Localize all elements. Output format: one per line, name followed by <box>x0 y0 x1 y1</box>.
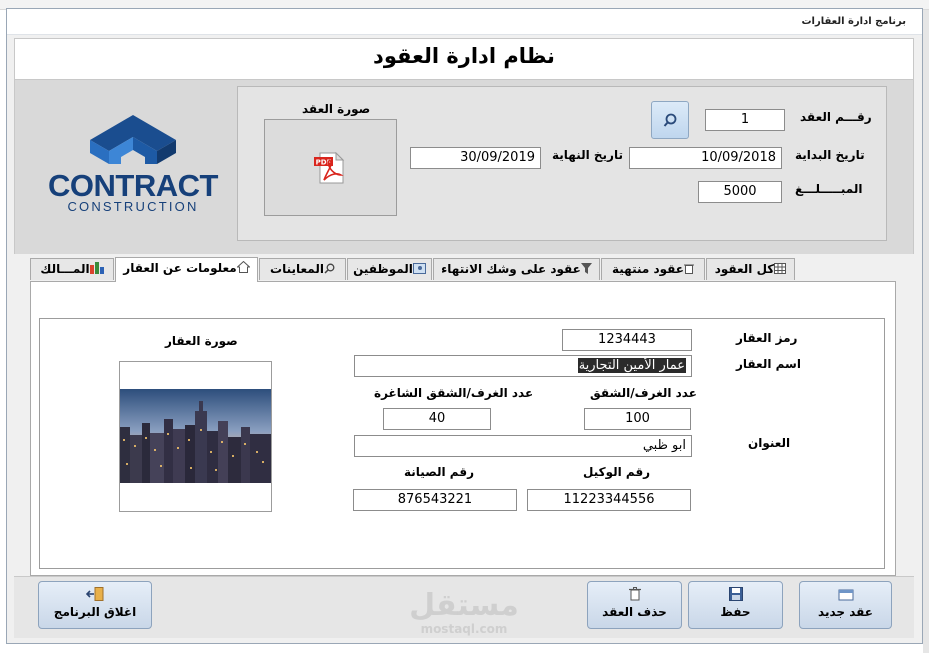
tab-label: عقود منتهية <box>611 262 685 276</box>
end-date-field[interactable]: 30/09/2019 <box>410 147 541 169</box>
property-name-label: اسم العقار <box>736 357 801 371</box>
pdf-icon: PDF <box>314 152 345 184</box>
desktop-edge <box>923 10 929 653</box>
tab-inspections[interactable]: المعاينات <box>259 258 346 280</box>
tab-label: المعاينات <box>270 262 324 276</box>
rooms-label: عدد الغرف/الشقق <box>590 386 697 400</box>
save-button[interactable]: حفظ <box>688 581 783 629</box>
delete-contract-label: حذف العقد <box>602 605 667 619</box>
contract-number-field[interactable]: 1 <box>705 109 785 131</box>
tab-label: معلومات عن العقار <box>123 261 237 275</box>
tab-owner[interactable]: المـــالك <box>30 258 114 280</box>
new-contract-button[interactable]: عقد جديد <box>799 581 892 629</box>
maintenance-number-label: رقم الصيانة <box>404 465 474 479</box>
close-program-button[interactable]: اغلاق البرنامج <box>38 581 152 629</box>
trash-icon <box>628 587 641 601</box>
filter-icon <box>580 263 592 274</box>
tab-expiring-contracts[interactable]: عقود على وشك الانتهاء <box>433 258 600 280</box>
property-name-selection: عمار الأمين التجارية <box>577 358 686 373</box>
tab-label: المـــالك <box>40 262 90 276</box>
tab-label: كل العقود <box>714 262 775 276</box>
new-contract-label: عقد جديد <box>818 605 873 619</box>
header-band: نظام ادارة العقود <box>14 38 914 80</box>
amount-field[interactable]: 5000 <box>698 181 782 203</box>
contract-image-label: صورة العقد <box>302 102 371 116</box>
title-bar: برنامج ادارة العقارات <box>7 9 922 35</box>
contract-number-label: رقـــم العقد <box>800 110 872 124</box>
address-label: العنوان <box>748 436 791 450</box>
save-label: حفظ <box>720 605 751 619</box>
search-button[interactable] <box>651 101 689 139</box>
property-code-field[interactable]: 1234443 <box>562 329 692 351</box>
owner-icon <box>89 262 104 274</box>
close-program-label: اغلاق البرنامج <box>53 605 137 619</box>
page-title: نظام ادارة العقود <box>373 44 555 68</box>
amount-label: المبـــــلـــغ <box>795 182 863 196</box>
staff-icon <box>412 263 426 274</box>
property-image-label: صورة العقار <box>165 334 238 348</box>
maintenance-number-field[interactable]: 876543221 <box>353 489 517 511</box>
logo-subtitle: CONSTRUCTION <box>67 199 199 214</box>
vacant-rooms-field[interactable]: 40 <box>383 408 491 430</box>
property-name-field[interactable]: عمار الأمين التجارية <box>354 355 692 377</box>
tab-expired-contracts[interactable]: عقود منتهية <box>601 258 705 280</box>
search-icon <box>663 113 677 127</box>
watermark-url: mostaql.com <box>420 622 508 636</box>
address-field[interactable]: ابو ظبي <box>354 435 692 457</box>
home-icon <box>235 260 251 273</box>
new-document-icon <box>838 589 853 601</box>
search-icon <box>324 263 335 274</box>
save-icon <box>728 587 743 601</box>
property-code-label: رمز العقار <box>736 331 798 345</box>
exit-icon <box>86 587 104 601</box>
window-title: برنامج ادارة العقارات <box>801 16 906 27</box>
tab-label: الموظفين <box>353 262 413 276</box>
start-date-field[interactable]: 10/09/2018 <box>629 147 782 169</box>
city-photo <box>120 389 271 483</box>
agent-number-label: رقم الوكيل <box>583 465 651 479</box>
vacant-rooms-label: عدد الغرف/الشقق الشاغرة <box>374 386 534 400</box>
watermark: مستقل <box>409 588 519 623</box>
tab-employees[interactable]: الموظفين <box>347 258 432 280</box>
tab-all-contracts[interactable]: كل العقود <box>706 258 795 280</box>
tab-property-info[interactable]: معلومات عن العقار <box>115 257 258 282</box>
end-date-label: تاريخ النهاية <box>552 148 623 162</box>
agent-number-field[interactable]: 11223344556 <box>527 489 691 511</box>
rooms-field[interactable]: 100 <box>584 408 691 430</box>
trash-icon <box>684 264 695 274</box>
tab-label: عقود على وشك الانتهاء <box>441 262 581 276</box>
start-date-label: تاريخ البداية <box>795 148 865 162</box>
delete-contract-button[interactable]: حذف العقد <box>587 581 682 629</box>
table-icon <box>774 263 787 274</box>
